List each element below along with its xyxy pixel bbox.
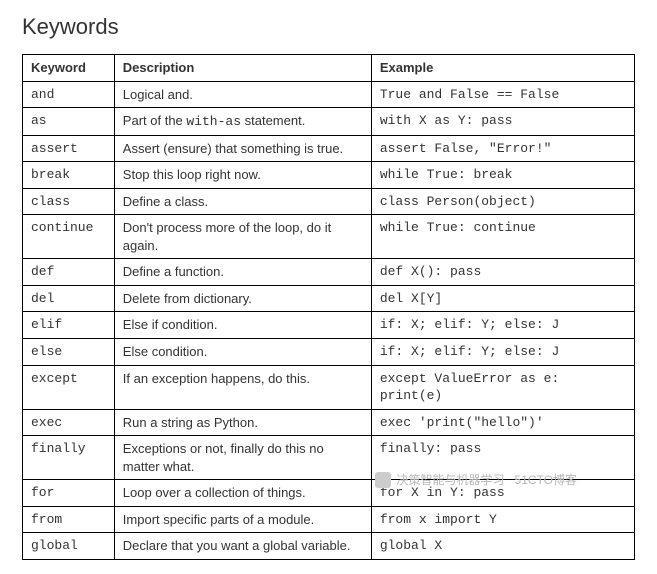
cell-example: with X as Y: pass [371,108,634,136]
table-row: classDefine a class.class Person(object) [23,188,635,215]
table-row: elifElse if condition.if: X; elif: Y; el… [23,312,635,339]
cell-description: Else condition. [114,339,371,366]
table-row: forLoop over a collection of things.for … [23,480,635,507]
table-header-row: Keyword Description Example [23,55,635,82]
cell-description: Import specific parts of a module. [114,506,371,533]
cell-keyword: break [23,162,115,189]
cell-keyword: del [23,285,115,312]
cell-keyword: as [23,108,115,136]
cell-example: del X[Y] [371,285,634,312]
cell-description: Declare that you want a global variable. [114,533,371,560]
cell-example: global X [371,533,634,560]
table-row: finallyExceptions or not, finally do thi… [23,436,635,480]
cell-description: Define a class. [114,188,371,215]
cell-description: Define a function. [114,259,371,286]
col-example: Example [371,55,634,82]
cell-example: class Person(object) [371,188,634,215]
cell-example: finally: pass [371,436,634,480]
table-row: continueDon't process more of the loop, … [23,215,635,259]
cell-description: Delete from dictionary. [114,285,371,312]
cell-example: while True: continue [371,215,634,259]
cell-example: if: X; elif: Y; else: J [371,312,634,339]
table-row: andLogical and.True and False == False [23,81,635,108]
col-keyword: Keyword [23,55,115,82]
cell-keyword: for [23,480,115,507]
cell-description: Loop over a collection of things. [114,480,371,507]
cell-keyword: finally [23,436,115,480]
cell-description: Don't process more of the loop, do it ag… [114,215,371,259]
cell-description: Assert (ensure) that something is true. [114,135,371,162]
cell-description: Logical and. [114,81,371,108]
cell-keyword: and [23,81,115,108]
cell-example: if: X; elif: Y; else: J [371,339,634,366]
cell-description: Run a string as Python. [114,409,371,436]
table-row: asPart of the with-as statement.with X a… [23,108,635,136]
col-description: Description [114,55,371,82]
table-row: exceptIf an exception happens, do this.e… [23,365,635,409]
cell-keyword: assert [23,135,115,162]
cell-keyword: global [23,533,115,560]
table-row: execRun a string as Python.exec 'print("… [23,409,635,436]
cell-keyword: except [23,365,115,409]
cell-keyword: elif [23,312,115,339]
cell-example: from x import Y [371,506,634,533]
table-row: defDefine a function.def X(): pass [23,259,635,286]
table-row: globalDeclare that you want a global var… [23,533,635,560]
table-row: breakStop this loop right now.while True… [23,162,635,189]
cell-description: Stop this loop right now. [114,162,371,189]
cell-keyword: from [23,506,115,533]
cell-keyword: continue [23,215,115,259]
cell-keyword: def [23,259,115,286]
cell-description: Part of the with-as statement. [114,108,371,136]
table-row: elseElse condition.if: X; elif: Y; else:… [23,339,635,366]
table-row: assertAssert (ensure) that something is … [23,135,635,162]
cell-example: assert False, "Error!" [371,135,634,162]
keywords-table: Keyword Description Example andLogical a… [22,54,635,560]
cell-example: for X in Y: pass [371,480,634,507]
table-row: fromImport specific parts of a module.fr… [23,506,635,533]
cell-description: If an exception happens, do this. [114,365,371,409]
table-row: delDelete from dictionary.del X[Y] [23,285,635,312]
cell-example: exec 'print("hello")' [371,409,634,436]
cell-keyword: exec [23,409,115,436]
cell-keyword: class [23,188,115,215]
cell-example: def X(): pass [371,259,634,286]
cell-description: Else if condition. [114,312,371,339]
cell-example: while True: break [371,162,634,189]
cell-keyword: else [23,339,115,366]
cell-description: Exceptions or not, finally do this no ma… [114,436,371,480]
cell-example: except ValueError as e: print(e) [371,365,634,409]
page-title: Keywords [22,14,635,40]
cell-example: True and False == False [371,81,634,108]
